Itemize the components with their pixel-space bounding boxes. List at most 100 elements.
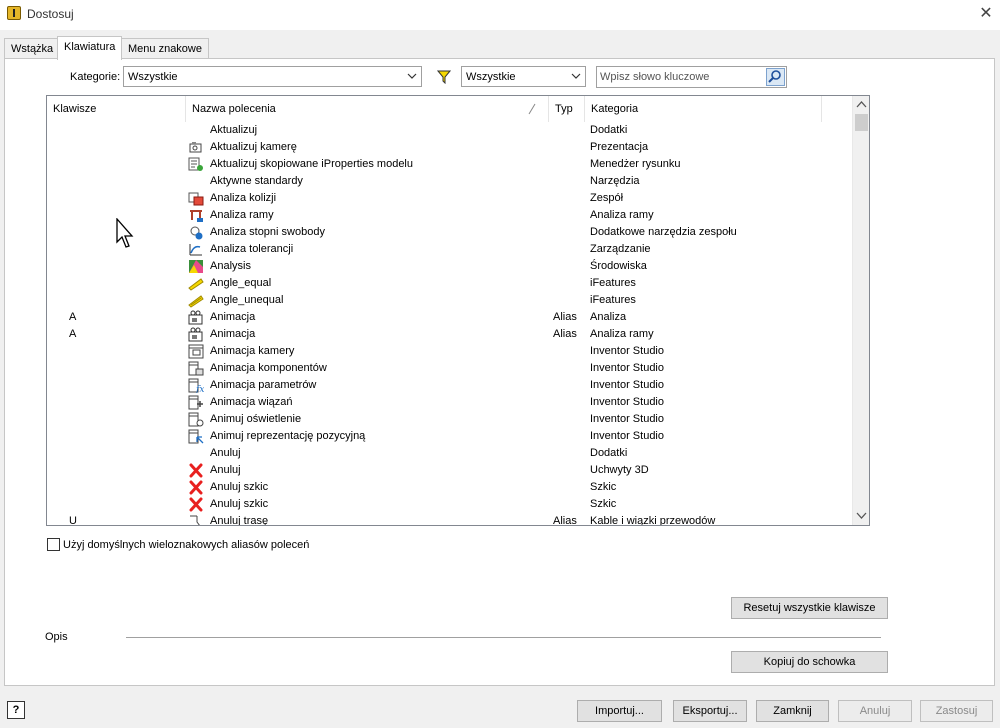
table-row[interactable]: Aktualizuj skopiowane iProperties modelu… xyxy=(47,156,852,173)
row-category: iFeatures xyxy=(590,277,636,289)
table-row[interactable]: Analiza ramy Analiza ramy xyxy=(47,207,852,224)
table-row[interactable]: Aktualizuj kamerę Prezentacja xyxy=(47,139,852,156)
dof-analysis-icon xyxy=(190,226,203,240)
row-type: Alias xyxy=(553,311,577,323)
row-command-name: Analysis xyxy=(210,260,251,272)
help-button[interactable]: ? xyxy=(7,701,25,719)
row-command-name: Anuluj szkic xyxy=(210,481,269,493)
row-category: Kable i wiązki przewodów xyxy=(590,515,716,526)
table-row[interactable]: Analiza tolerancji Zarządzanie xyxy=(47,241,852,258)
category-dropdown[interactable]: Wszystkie xyxy=(123,66,422,87)
camera-refresh-icon xyxy=(189,142,202,153)
cancel-route-icon xyxy=(190,515,200,525)
row-command-name: Animacja parametrów xyxy=(210,379,317,391)
row-command-name: Anuluj szkic xyxy=(210,498,269,510)
iproperties-refresh-icon xyxy=(188,157,203,171)
tab-menu-znakowe[interactable]: Menu znakowe xyxy=(121,38,209,59)
row-command-name: Animacja xyxy=(210,328,256,340)
search-button[interactable] xyxy=(766,68,785,86)
keyword-search xyxy=(596,66,787,88)
row-category: Inventor Studio xyxy=(590,413,664,425)
animate-components-icon xyxy=(188,361,204,376)
table-row[interactable]: Animacja komponentów Inventor Studio xyxy=(47,360,852,377)
description-separator xyxy=(126,637,881,638)
chevron-down-icon xyxy=(571,73,581,79)
row-command-name: Analiza kolizji xyxy=(210,192,277,204)
chevron-down-icon xyxy=(407,73,417,79)
reset-all-keys-button[interactable]: Resetuj wszystkie klawisze xyxy=(731,597,888,619)
cancel-button[interactable]: Anuluj xyxy=(838,700,912,722)
row-category: Inventor Studio xyxy=(590,379,664,391)
column-header-keys[interactable]: Klawisze xyxy=(47,96,186,122)
vertical-scrollbar[interactable] xyxy=(852,96,869,525)
wildcard-aliases-checkbox[interactable] xyxy=(47,538,60,551)
row-category: Inventor Studio xyxy=(590,345,664,357)
animation-icon xyxy=(188,310,203,325)
angle-unequal-icon xyxy=(188,295,204,308)
row-category: Analiza xyxy=(590,311,627,323)
tab-wstazka[interactable]: Wstążka xyxy=(4,38,61,59)
apply-button[interactable]: Zastosuj xyxy=(920,700,993,722)
title-bar: Dostosuj ✕ xyxy=(0,0,1000,30)
filter-icon[interactable] xyxy=(437,70,451,84)
column-header-type[interactable]: Typ xyxy=(549,96,585,122)
table-row[interactable]: A Animacja Alias Analiza ramy xyxy=(47,326,852,343)
filter-dropdown-value: Wszystkie xyxy=(466,71,516,83)
table-row[interactable]: Animacja kamery Inventor Studio xyxy=(47,343,852,360)
search-icon xyxy=(768,70,781,83)
table-row[interactable]: Animuj oświetlenie Inventor Studio xyxy=(47,411,852,428)
scrollbar-thumb[interactable] xyxy=(855,114,868,131)
table-row[interactable]: A Animacja Alias Analiza xyxy=(47,309,852,326)
table-row[interactable]: Aktualizuj Dodatki xyxy=(47,122,852,139)
row-category: Prezentacja xyxy=(590,141,649,153)
table-row[interactable]: Analiza stopni swobody Dodatkowe narzędzi… xyxy=(47,224,852,241)
table-row[interactable]: Animacja wiązań Inventor Studio xyxy=(47,394,852,411)
row-command-name: Aktualizuj skopiowane iProperties modelu xyxy=(210,158,413,170)
column-resize-slash-icon xyxy=(528,103,536,115)
tab-klawiatura[interactable]: Klawiatura xyxy=(57,36,123,60)
table-row[interactable]: Anuluj szkic Szkic xyxy=(47,496,852,513)
tolerance-analysis-icon xyxy=(189,244,202,256)
copy-to-clipboard-button[interactable]: Kopiuj do schowka xyxy=(731,651,888,673)
row-command-name: Angle_unequal xyxy=(210,294,284,306)
keyword-search-input[interactable] xyxy=(600,69,766,85)
mouse-cursor-icon xyxy=(116,218,134,248)
table-row[interactable]: Anuluj Uchwyty 3D xyxy=(47,462,852,479)
table-row[interactable]: Anuluj Dodatki xyxy=(47,445,852,462)
row-command-name: Animacja komponentów xyxy=(210,362,327,374)
table-row[interactable]: Angle_unequal iFeatures xyxy=(47,292,852,309)
row-category: Uchwyty 3D xyxy=(590,464,649,476)
row-type: Alias xyxy=(553,515,577,526)
row-command-name: Animacja wiązań xyxy=(210,396,293,408)
table-row[interactable]: Anuluj szkic Szkic xyxy=(47,479,852,496)
row-category: Inventor Studio xyxy=(590,430,664,442)
cancel-icon xyxy=(189,497,203,512)
column-header-category[interactable]: Kategoria xyxy=(585,96,822,122)
table-row[interactable]: fx Animacja parametrów Inventor Studio xyxy=(47,377,852,394)
row-category: Analiza ramy xyxy=(590,209,654,221)
column-header-command-name[interactable]: Nazwa polecenia xyxy=(186,96,549,122)
close-button[interactable]: Zamknij xyxy=(756,700,829,722)
scroll-up-icon[interactable] xyxy=(856,100,867,108)
row-category: Analiza ramy xyxy=(590,328,654,340)
animate-positional-icon xyxy=(188,429,204,444)
row-category: Inventor Studio xyxy=(590,362,664,374)
table-row[interactable]: Animuj reprezentację pozycyjną Inventor S… xyxy=(47,428,852,445)
filter-dropdown[interactable]: Wszystkie xyxy=(461,66,586,87)
row-type: Alias xyxy=(553,328,577,340)
table-row[interactable]: U Anuluj trasę Alias Kable i wiązki przewod… xyxy=(47,513,852,526)
scroll-down-icon[interactable] xyxy=(856,512,867,520)
table-row[interactable]: Analiza kolizji Zespół xyxy=(47,190,852,207)
import-button[interactable]: Importuj... xyxy=(577,700,662,722)
row-category: iFeatures xyxy=(590,294,636,306)
row-command-name: Aktualizuj xyxy=(210,124,258,136)
row-command-name: Anuluj xyxy=(210,464,241,476)
row-category: Narzędzia xyxy=(590,175,640,187)
row-command-name: Angle_equal xyxy=(210,277,272,289)
table-row[interactable]: Aktywne standardy Narzędzia xyxy=(47,173,852,190)
export-button[interactable]: Eksportuj... xyxy=(673,700,747,722)
table-row[interactable]: Analysis Środowiska xyxy=(47,258,852,275)
table-row[interactable]: Angle_equal iFeatures xyxy=(47,275,852,292)
close-window-button[interactable]: ✕ xyxy=(973,2,999,26)
frame-analysis-icon xyxy=(190,210,203,222)
